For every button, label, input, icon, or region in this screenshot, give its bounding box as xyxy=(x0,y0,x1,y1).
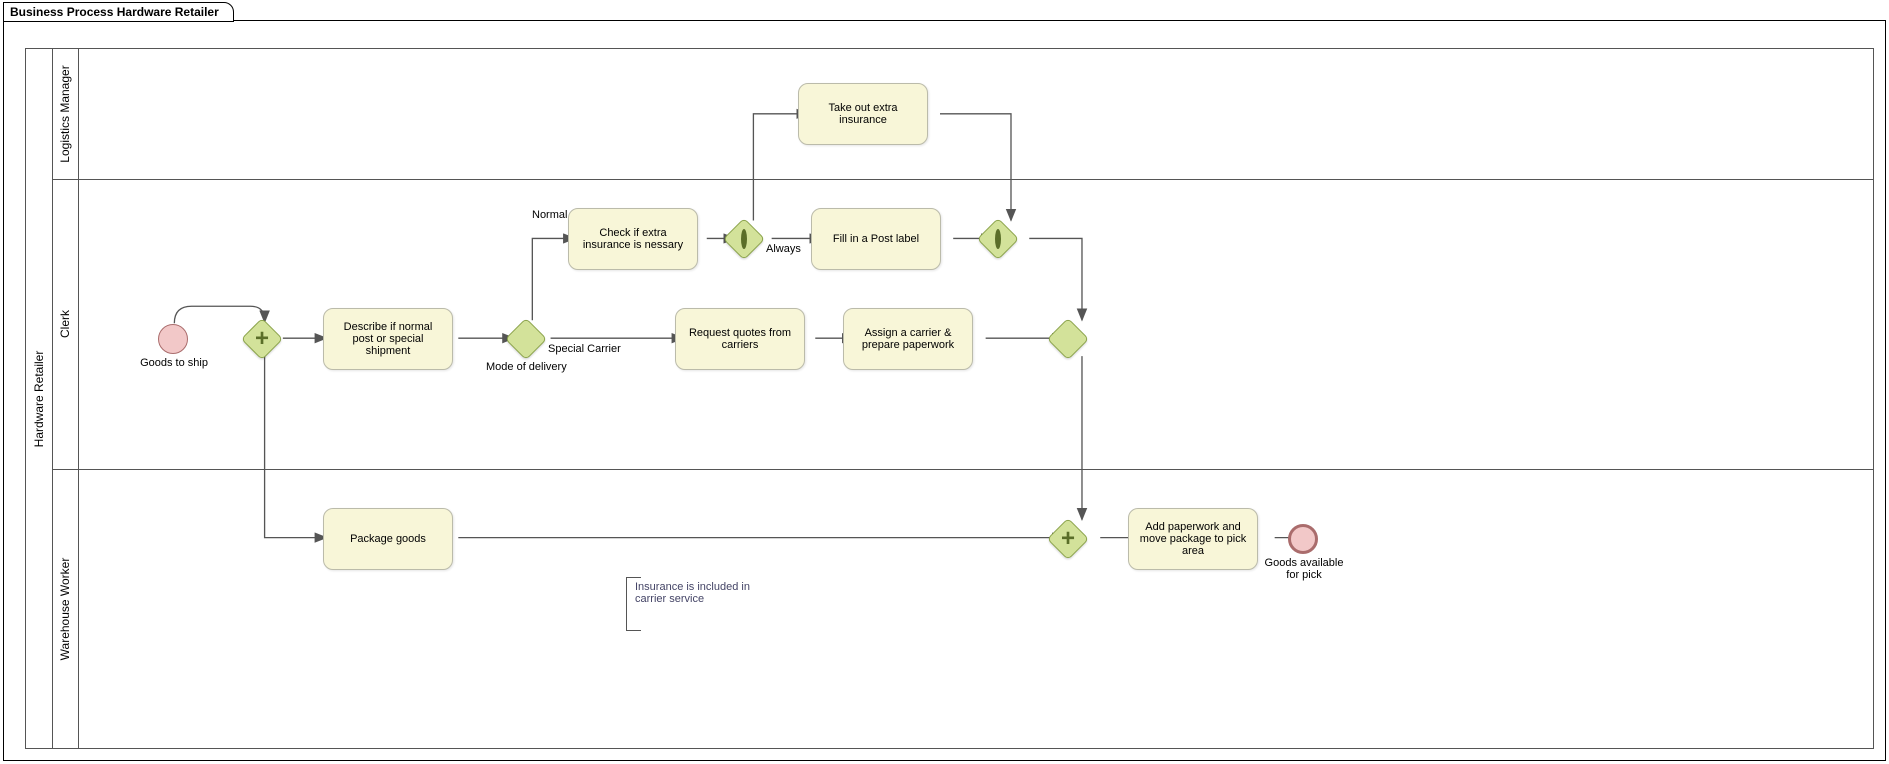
canvas: Goods to ship + Describe if normal post … xyxy=(78,49,1873,748)
diagram-container: Business Process Hardware Retailer Hardw… xyxy=(0,0,1889,764)
edge-label-special-carrier: Special Carrier xyxy=(548,343,621,355)
gateway-exclusive-merge xyxy=(1050,321,1086,357)
task-request-quotes: Request quotes from carriers xyxy=(675,308,805,370)
lane-label-strip-warehouse: Warehouse Worker xyxy=(52,469,79,748)
pool-title-text: Business Process Hardware Retailer xyxy=(10,5,219,19)
annotation: Insurance is included in carrier service xyxy=(626,577,773,631)
task-label: Assign a carrier & prepare paperwork xyxy=(852,327,964,351)
gateway-parallel-split: + xyxy=(244,321,280,357)
start-event-label: Goods to ship xyxy=(134,357,214,369)
gateway-label-mode: Mode of delivery xyxy=(486,361,567,373)
task-package-goods: Package goods xyxy=(323,508,453,570)
task-check-insurance: Check if extra insurance is nessary xyxy=(568,208,698,270)
ring-icon xyxy=(741,232,747,246)
flow-layer xyxy=(78,49,1873,748)
plus-icon: + xyxy=(255,330,269,348)
plus-icon: + xyxy=(1061,530,1075,548)
edge-label-always: Always xyxy=(766,243,801,255)
task-describe-shipment: Describe if normal post or special shipm… xyxy=(323,308,453,370)
pool-label: Hardware Retailer xyxy=(32,350,46,447)
gateway-inclusive-split xyxy=(726,221,762,257)
task-label: Request quotes from carriers xyxy=(684,327,796,351)
start-event xyxy=(158,324,188,354)
ring-icon xyxy=(995,232,1001,246)
task-label: Add paperwork and move package to pick a… xyxy=(1137,521,1249,557)
task-assign-carrier: Assign a carrier & prepare paperwork xyxy=(843,308,973,370)
task-take-insurance: Take out extra insurance xyxy=(798,83,928,145)
end-event-label: Goods available for pick xyxy=(1264,557,1344,581)
lane-label-logistics: Logistics Manager xyxy=(58,65,72,162)
task-label: Take out extra insurance xyxy=(807,102,919,126)
task-label: Check if extra insurance is nessary xyxy=(577,227,689,251)
gateway-inclusive-merge xyxy=(980,221,1016,257)
task-label: Fill in a Post label xyxy=(833,233,919,245)
pool: Hardware Retailer Logistics Manager Cler… xyxy=(25,48,1874,749)
end-event xyxy=(1288,524,1318,554)
task-label: Describe if normal post or special shipm… xyxy=(332,321,444,357)
pool-title: Business Process Hardware Retailer xyxy=(3,2,234,22)
pool-label-strip: Hardware Retailer xyxy=(26,49,53,748)
lane-label-strip-logistics: Logistics Manager xyxy=(52,49,79,179)
annotation-text: Insurance is included in carrier service xyxy=(635,581,750,605)
lane-label-clerk: Clerk xyxy=(58,310,72,338)
task-label: Package goods xyxy=(350,533,426,545)
task-fill-post-label: Fill in a Post label xyxy=(811,208,941,270)
lane-label-strip-clerk: Clerk xyxy=(52,179,79,469)
gateway-parallel-join: + xyxy=(1050,521,1086,557)
task-add-paperwork: Add paperwork and move package to pick a… xyxy=(1128,508,1258,570)
gateway-mode-of-delivery xyxy=(508,321,544,357)
lane-label-warehouse: Warehouse Worker xyxy=(58,557,72,660)
